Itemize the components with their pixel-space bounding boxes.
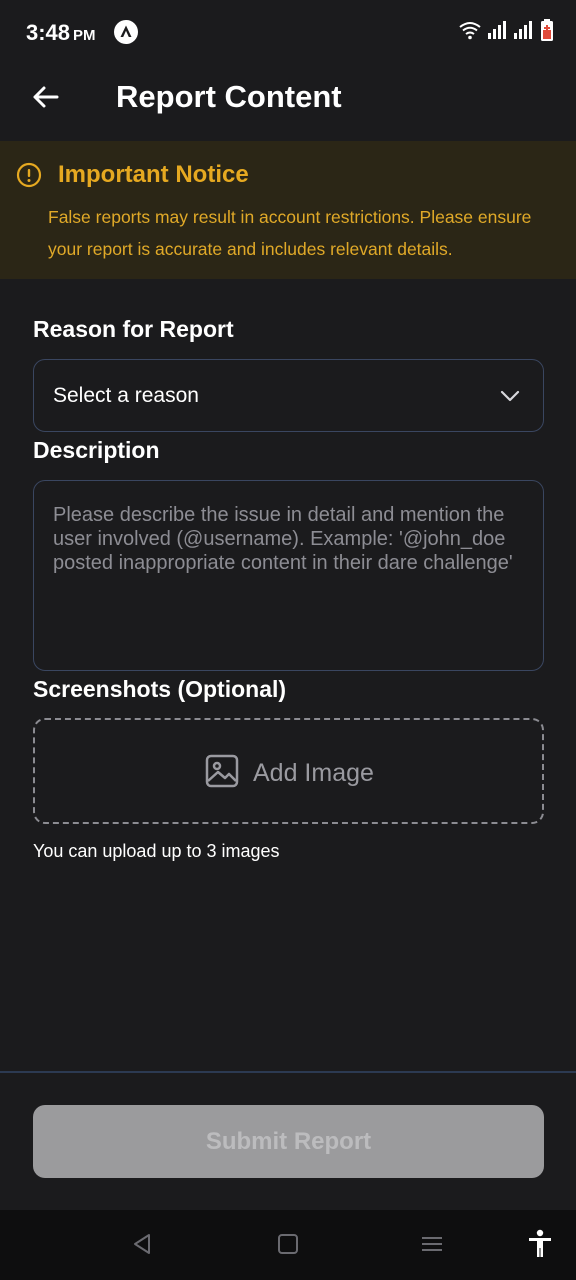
- add-image-content: Add Image: [205, 754, 374, 793]
- signal-icon: [488, 20, 508, 44]
- arrow-left-icon: [31, 85, 59, 114]
- page-title: Report Content: [116, 79, 342, 114]
- a-logo-icon: [114, 20, 138, 44]
- description-textarea[interactable]: Please describe the issue in detail and …: [33, 480, 544, 671]
- add-image-label: Add Image: [253, 759, 374, 787]
- back-button[interactable]: [22, 76, 68, 122]
- menu-icon: [421, 1234, 443, 1259]
- status-time-ampm: PM: [73, 27, 96, 44]
- reason-select-value: Select a reason: [53, 384, 199, 407]
- footer-divider: [0, 1071, 576, 1073]
- system-nav-bar: [0, 1210, 576, 1280]
- app-bar: Report Content: [0, 64, 576, 140]
- add-image-button[interactable]: Add Image: [33, 718, 544, 824]
- status-icons: [458, 18, 554, 46]
- nav-accessibility-button[interactable]: [526, 1229, 554, 1260]
- exclamation-circle-icon: [16, 162, 42, 188]
- reason-select[interactable]: Select a reason: [33, 359, 544, 432]
- screenshots-label: Screenshots (Optional): [33, 676, 287, 702]
- accessibility-icon: [527, 1229, 553, 1264]
- nav-back-button[interactable]: [128, 1232, 156, 1260]
- battery-icon: [540, 18, 554, 46]
- nav-home-button[interactable]: [274, 1232, 302, 1260]
- submit-report-label: Submit Report: [205, 1127, 372, 1155]
- description-label: Description: [33, 437, 160, 463]
- home-square-icon: [277, 1233, 299, 1260]
- status-time: 3:48 PM: [26, 20, 96, 46]
- upload-hint: You can upload up to 3 images: [33, 841, 280, 861]
- reason-label: Reason for Report: [33, 316, 234, 342]
- description-placeholder: Please describe the issue in detail and …: [53, 504, 513, 574]
- wifi-icon: [458, 20, 482, 45]
- important-notice: Important Notice False reports may resul…: [0, 141, 576, 279]
- image-icon: [205, 754, 239, 793]
- chevron-down-icon: [499, 385, 521, 407]
- status-time-value: 3:48: [26, 20, 71, 45]
- notice-title: Important Notice: [58, 161, 249, 188]
- submit-report-button[interactable]: Submit Report: [33, 1105, 544, 1178]
- back-triangle-icon: [131, 1232, 153, 1261]
- status-bar: 3:48 PM: [0, 0, 576, 64]
- signal-icon: [514, 20, 534, 44]
- nav-recents-button[interactable]: [418, 1232, 446, 1260]
- notice-text: False reports may result in account rest…: [48, 207, 532, 259]
